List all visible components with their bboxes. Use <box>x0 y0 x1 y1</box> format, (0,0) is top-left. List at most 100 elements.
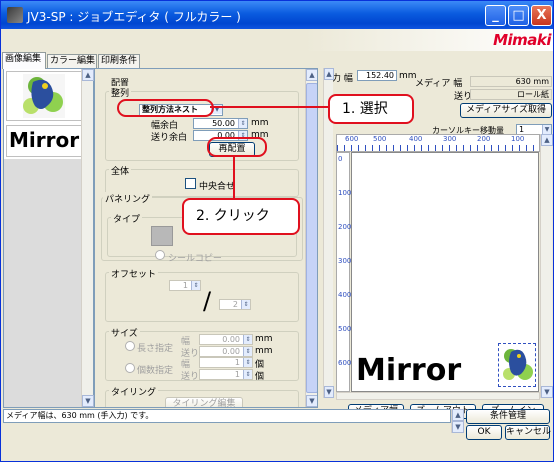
title-bar: JV3-SP : ジョブエディタ ( フルカラー ) _ □ X <box>1 1 553 29</box>
paneling-type-image[interactable] <box>151 226 173 246</box>
spinner-icon[interactable]: ⇕ <box>243 347 252 356</box>
count-mode-label: 個数指定 <box>137 366 174 376</box>
length-mode-label: 長さ指定 <box>137 344 174 354</box>
spinner-icon[interactable]: ⇕ <box>238 119 247 128</box>
scroll-down-icon[interactable]: ▼ <box>82 395 94 407</box>
feed-margin-label: 送り余白 <box>151 133 188 143</box>
tab-image-edit[interactable]: 画像編集 <box>2 52 46 69</box>
count-width-value: 1 <box>234 358 240 367</box>
thumbnail-scrollbar[interactable]: ▲ ▼ <box>81 69 94 407</box>
thumbnail-frog-image[interactable] <box>6 71 82 121</box>
cancel-button[interactable]: キャンセル <box>505 425 551 440</box>
ruler-label: 400 <box>338 291 352 299</box>
offset-slash: / <box>203 287 212 315</box>
offset-value-1: 1 <box>182 281 188 290</box>
scroll-down-icon[interactable]: ▼ <box>306 395 317 407</box>
ruler-label: 100 <box>338 189 352 197</box>
count-mode-radio[interactable] <box>125 363 135 373</box>
minimize-button[interactable]: _ <box>485 5 506 26</box>
canvas-frog-image[interactable] <box>498 343 536 387</box>
thumbnail-list: Mirror <box>4 69 84 407</box>
center-align-checkbox[interactable] <box>185 178 196 189</box>
ruler-label: 200 <box>338 223 352 231</box>
frog-image-icon <box>503 349 533 380</box>
preview-horizontal-scrollbar[interactable] <box>336 392 540 400</box>
input-width-value: 152.40 <box>357 70 397 81</box>
brand-bar: Mimaki <box>1 29 553 51</box>
overall-label: 全体 <box>109 164 132 177</box>
scroll-down-icon[interactable]: ▼ <box>324 386 334 398</box>
scroll-up-icon[interactable]: ▲ <box>324 68 334 80</box>
get-media-size-button[interactable]: メディアサイズ取得 <box>460 103 552 118</box>
annotation-highlight-method <box>117 99 214 117</box>
annotation-connector-1 <box>210 106 330 108</box>
length-width-value: 0.00 <box>222 335 240 344</box>
scroll-up-icon[interactable]: ▲ <box>82 69 94 81</box>
settings-panel: 配置 整列 整列方法ネスト ▼ 幅余白 50.00 ⇕ mm 送り余白 0.00… <box>94 68 318 408</box>
window-title: JV3-SP : ジョブエディタ ( フルカラー ) <box>27 10 241 24</box>
annotation-callout-select: 1. 選択 <box>328 94 414 124</box>
ruler-label: 400 <box>409 135 423 143</box>
ruler-label: 600 <box>338 359 352 367</box>
length-feed-unit: mm <box>255 346 273 356</box>
thumbnail-mirror-text[interactable]: Mirror <box>6 125 82 157</box>
status-message: メディア幅は、630 mm (手入力) です。 <box>3 409 451 423</box>
offset-input-2[interactable]: 2 ⇕ <box>219 299 251 310</box>
size-label: サイズ <box>109 326 140 339</box>
media-width-value: 630 mm <box>470 76 552 87</box>
scrollbar-thumb[interactable] <box>306 83 317 393</box>
tab-print-conditions[interactable]: 印刷条件 <box>98 54 140 68</box>
maximize-button[interactable]: □ <box>508 5 529 26</box>
status-scrollbar[interactable]: ▲ ▼ <box>451 409 464 433</box>
length-mode-radio[interactable] <box>125 341 135 351</box>
mirror-thumbnail-text: Mirror <box>9 128 80 152</box>
canvas-mirror-text: Mirror <box>356 353 462 388</box>
paneling-type-label: タイプ <box>111 212 143 225</box>
count-feed-unit: 個 <box>255 372 265 382</box>
print-preview-canvas[interactable]: Mirror <box>351 152 539 392</box>
annotation-callout-click: 2. クリック <box>182 198 300 235</box>
seal-copy-label: シールコピー <box>168 254 222 264</box>
spinner-icon[interactable]: ⇕ <box>241 300 250 309</box>
scroll-up-icon[interactable]: ▲ <box>541 134 553 146</box>
tiling-label: タイリング <box>109 385 159 398</box>
paneling-label: パネリング <box>103 192 153 205</box>
chevron-down-icon[interactable]: ▼ <box>542 125 551 134</box>
spinner-icon[interactable]: ⇕ <box>243 335 252 344</box>
length-feed-input[interactable]: 0.00 ⇕ <box>199 346 253 357</box>
thumbnail-empty-area <box>4 159 84 407</box>
count-feed-value: 1 <box>234 370 240 379</box>
offset-label: オフセット <box>109 267 159 280</box>
brand-logo: Mimaki <box>493 31 551 49</box>
ruler-label: 200 <box>477 135 491 143</box>
spinner-icon[interactable]: ⇕ <box>191 281 200 290</box>
preview-right-scrollbar[interactable]: ▲ ▼ <box>540 134 553 398</box>
scroll-up-icon[interactable]: ▲ <box>306 69 317 81</box>
seal-copy-radio[interactable] <box>155 250 165 260</box>
scroll-down-icon[interactable]: ▼ <box>452 421 464 433</box>
count-feed-input[interactable]: 1 ⇕ <box>199 369 253 380</box>
offset-input-1[interactable]: 1 ⇕ <box>169 280 201 291</box>
scroll-down-icon[interactable]: ▼ <box>541 386 553 398</box>
vertical-ruler: 0 100 200 300 400 500 600 <box>336 152 352 392</box>
length-feed-value: 0.00 <box>222 347 240 356</box>
close-button[interactable]: X <box>531 5 552 26</box>
condition-manage-button[interactable]: 条件管理 <box>466 409 550 424</box>
count-width-input[interactable]: 1 ⇕ <box>199 357 253 368</box>
ruler-label: 600 <box>345 135 359 143</box>
thumbnail-panel: Mirror ▲ ▼ <box>3 68 94 408</box>
spinner-icon[interactable]: ⇕ <box>243 370 252 379</box>
ruler-ticks <box>337 145 539 151</box>
tab-color-edit[interactable]: カラー編集 <box>47 54 97 68</box>
ruler-label: 500 <box>373 135 387 143</box>
tiling-edit-button[interactable]: タイリング編集 <box>165 397 243 407</box>
settings-scrollbar[interactable]: ▲ ▼ <box>305 69 317 407</box>
ok-button[interactable]: OK <box>466 425 502 440</box>
length-width-input[interactable]: 0.00 ⇕ <box>199 334 253 345</box>
cursor-step-value: 1 <box>519 125 525 134</box>
width-margin-input[interactable]: 50.00 ⇕ <box>193 118 248 129</box>
ruler-label: 300 <box>338 257 352 265</box>
scroll-up-icon[interactable]: ▲ <box>452 409 464 421</box>
input-width-unit: mm <box>399 71 417 81</box>
spinner-icon[interactable]: ⇕ <box>243 358 252 367</box>
